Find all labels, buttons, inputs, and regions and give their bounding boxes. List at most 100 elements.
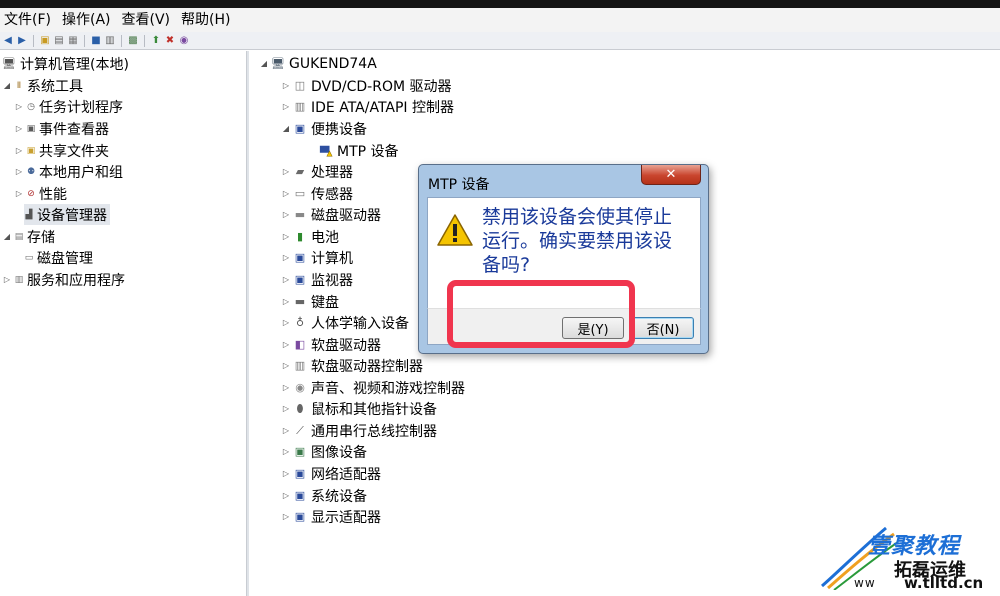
tree-item-event-viewer[interactable]: ▷ ▣ 事件查看器 xyxy=(14,118,109,139)
collapsed-arrow-icon[interactable]: ▷ xyxy=(281,512,291,521)
forward-icon[interactable]: ▶ xyxy=(16,35,28,47)
collapsed-arrow-icon[interactable]: ▷ xyxy=(14,102,24,111)
disable-device-icon[interactable]: ◉ xyxy=(178,35,190,47)
collapsed-arrow-icon[interactable]: ▷ xyxy=(281,210,291,219)
collapsed-arrow-icon[interactable]: ▷ xyxy=(281,102,291,111)
device-category-monitor[interactable]: ▷ ▣ 监视器 xyxy=(281,269,353,290)
scan-hardware-icon[interactable]: ▩ xyxy=(127,35,139,47)
computer-icon: 🖥 xyxy=(271,57,285,70)
collapsed-arrow-icon[interactable]: ▷ xyxy=(281,232,291,241)
device-category-dvd[interactable]: ▷ ◫ DVD/CD-ROM 驱动器 xyxy=(281,75,452,96)
tools-icon: Ⅱ xyxy=(16,80,22,91)
menu-view[interactable]: 查看(V) xyxy=(122,8,171,32)
toolbar-divider xyxy=(84,34,85,47)
device-category-disk[interactable]: ▷ ▬ 磁盘驱动器 xyxy=(281,204,381,225)
collapsed-arrow-icon[interactable]: ▷ xyxy=(281,491,291,500)
show-hide-tree-icon[interactable]: ▤ xyxy=(53,35,65,47)
collapsed-arrow-icon[interactable]: ▷ xyxy=(281,189,291,198)
device-category-hid[interactable]: ▷ ♁ 人体学输入设备 xyxy=(281,312,409,333)
expanded-arrow-icon[interactable]: ◢ xyxy=(2,232,12,241)
menu-help[interactable]: 帮助(H) xyxy=(181,8,230,32)
device-category-portable[interactable]: ◢ ▣ 便携设备 xyxy=(281,118,367,139)
device-category-computer[interactable]: ▷ ▣ 计算机 xyxy=(281,247,353,268)
tree-item-label: 系统工具 xyxy=(27,78,83,95)
collapsed-arrow-icon[interactable]: ▷ xyxy=(281,253,291,262)
collapsed-arrow-icon[interactable]: ▷ xyxy=(14,189,24,198)
up-folder-icon[interactable]: ▣ xyxy=(39,35,51,47)
device-category-label: 软盘驱动器控制器 xyxy=(311,358,423,375)
ide-controller-icon: ▥ xyxy=(294,100,306,113)
collapsed-arrow-icon[interactable]: ▷ xyxy=(281,275,291,284)
tree-item-system-tools[interactable]: ◢ Ⅱ 系统工具 xyxy=(2,75,83,96)
collapsed-arrow-icon[interactable]: ▷ xyxy=(281,318,291,327)
console-tree-pane[interactable]: 🖥 计算机管理(本地) ◢ Ⅱ 系统工具 ▷ ◷ 任务计划程序 ▷ ▣ 事件查看… xyxy=(0,51,246,596)
tree-item-label: 磁盘管理 xyxy=(37,250,93,267)
device-category-usb[interactable]: ▷ ⟋ 通用串行总线控制器 xyxy=(281,420,437,441)
dialog-title: MTP 设备 xyxy=(428,177,490,193)
collapsed-arrow-icon[interactable]: ▷ xyxy=(281,297,291,306)
tree-item-storage[interactable]: ◢ ▤ 存储 xyxy=(2,226,55,247)
collapsed-arrow-icon[interactable]: ▷ xyxy=(2,275,12,284)
tree-item-disk-management[interactable]: ▭ 磁盘管理 xyxy=(24,247,93,268)
tree-item-shared-folders[interactable]: ▷ ▣ 共享文件夹 xyxy=(14,140,109,161)
collapsed-arrow-icon[interactable]: ▷ xyxy=(14,167,24,176)
device-root-label: GUKEND74A xyxy=(289,55,377,72)
collapsed-arrow-icon[interactable]: ▷ xyxy=(281,404,291,413)
tree-item-device-manager[interactable]: ▟ 设备管理器 xyxy=(24,204,110,225)
device-category-floppy[interactable]: ▷ ◧ 软盘驱动器 xyxy=(281,334,381,355)
device-item-mtp[interactable]: MTP 设备 xyxy=(319,140,399,161)
collapsed-arrow-icon[interactable]: ▷ xyxy=(281,383,291,392)
device-category-label: 鼠标和其他指针设备 xyxy=(311,401,437,418)
update-driver-icon[interactable]: ⬆ xyxy=(150,35,162,47)
expanded-arrow-icon[interactable]: ◢ xyxy=(2,81,12,90)
menu-action[interactable]: 操作(A) xyxy=(62,8,111,32)
device-category-mouse[interactable]: ▷ ⬮ 鼠标和其他指针设备 xyxy=(281,398,437,419)
menu-file[interactable]: 文件(F) xyxy=(4,8,51,32)
device-category-network[interactable]: ▷ ▣ 网络适配器 xyxy=(281,463,381,484)
tree-item-label: 事件查看器 xyxy=(39,121,109,138)
collapsed-arrow-icon[interactable]: ▷ xyxy=(281,447,291,456)
collapsed-arrow-icon[interactable]: ▷ xyxy=(281,81,291,90)
device-category-system[interactable]: ▷ ▣ 系统设备 xyxy=(281,485,367,506)
tree-item-services-apps[interactable]: ▷ ▥ 服务和应用程序 xyxy=(2,269,125,290)
device-category-ide[interactable]: ▷ ▥ IDE ATA/ATAPI 控制器 xyxy=(281,96,454,117)
collapsed-arrow-icon[interactable]: ▷ xyxy=(281,426,291,435)
uninstall-icon[interactable]: ✖ xyxy=(164,35,176,47)
device-category-display[interactable]: ▷ ▣ 显示适配器 xyxy=(281,506,381,527)
device-category-keyboard[interactable]: ▷ ▬ 键盘 xyxy=(281,291,339,312)
tree-item-task-scheduler[interactable]: ▷ ◷ 任务计划程序 xyxy=(14,96,123,117)
device-category-sensor[interactable]: ▷ ▭ 传感器 xyxy=(281,183,353,204)
device-manager-icon: ▟ xyxy=(25,209,33,220)
properties-icon[interactable]: ▦ xyxy=(67,35,79,47)
device-category-imaging[interactable]: ▷ ▣ 图像设备 xyxy=(281,441,367,462)
device-root[interactable]: ◢ 🖥 GUKEND74A xyxy=(259,53,377,74)
expanded-arrow-icon[interactable]: ◢ xyxy=(259,59,269,68)
console-icon[interactable]: ▥ xyxy=(104,35,116,47)
device-category-label: 声音、视频和游戏控制器 xyxy=(311,380,465,397)
device-category-battery[interactable]: ▷ ▮ 电池 xyxy=(281,226,339,247)
tree-item-label: 存储 xyxy=(27,229,55,246)
no-button[interactable]: 否(N) xyxy=(632,317,694,339)
device-category-label: 通用串行总线控制器 xyxy=(311,423,437,440)
collapsed-arrow-icon[interactable]: ▷ xyxy=(14,146,24,155)
collapsed-arrow-icon[interactable]: ▷ xyxy=(281,361,291,370)
tree-item-computer-management[interactable]: 🖥 计算机管理(本地) xyxy=(2,53,129,74)
dialog-close-button[interactable]: ✕ xyxy=(641,165,701,185)
expanded-arrow-icon[interactable]: ◢ xyxy=(281,124,291,133)
tree-item-local-users[interactable]: ▷ ⚉ 本地用户和组 xyxy=(14,161,123,182)
warning-icon xyxy=(437,214,473,246)
collapsed-arrow-icon[interactable]: ▷ xyxy=(14,124,24,133)
computer-icon: ▣ xyxy=(294,251,306,264)
collapsed-arrow-icon[interactable]: ▷ xyxy=(281,469,291,478)
tree-item-performance[interactable]: ▷ ⊘ 性能 xyxy=(14,183,67,204)
device-category-processor[interactable]: ▷ ▰ 处理器 xyxy=(281,161,353,182)
device-category-floppy-controller[interactable]: ▷ ▥ 软盘驱动器控制器 xyxy=(281,355,423,376)
device-category-label: 处理器 xyxy=(311,164,353,181)
collapsed-arrow-icon[interactable]: ▷ xyxy=(281,167,291,176)
collapsed-arrow-icon[interactable]: ▷ xyxy=(281,340,291,349)
sound-icon: ◉ xyxy=(295,381,305,394)
back-icon[interactable]: ◀ xyxy=(2,35,14,47)
device-category-sound[interactable]: ▷ ◉ 声音、视频和游戏控制器 xyxy=(281,377,465,398)
help-icon[interactable]: ■ xyxy=(90,35,102,47)
device-category-label: 系统设备 xyxy=(311,488,367,505)
